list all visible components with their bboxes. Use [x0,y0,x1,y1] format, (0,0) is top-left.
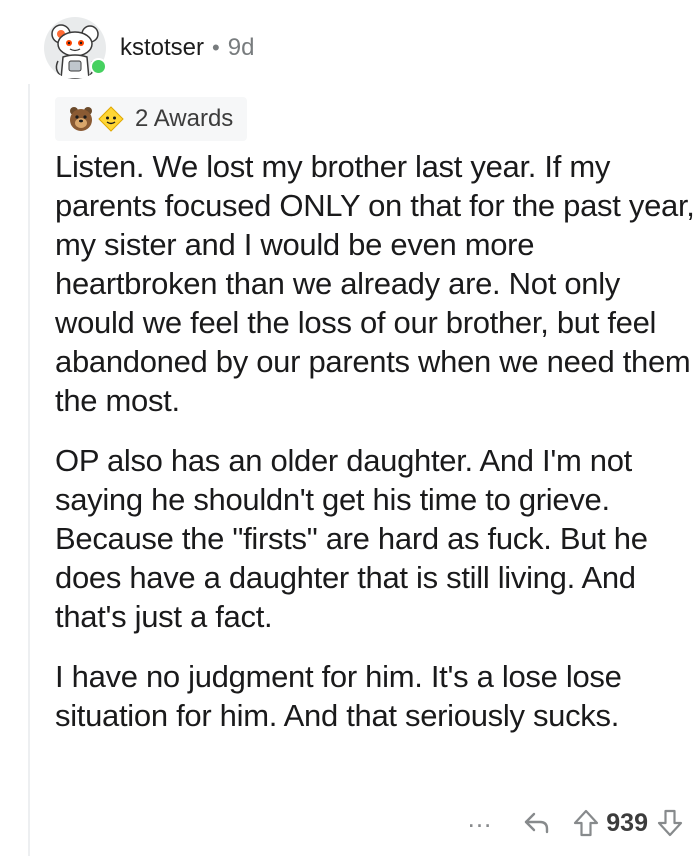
upvote-button[interactable] [572,808,600,838]
bear-award-icon [70,107,92,131]
upvote-arrow-icon [574,809,599,837]
awards-badge[interactable]: 2 Awards [55,97,248,141]
more-options-button[interactable]: ... [468,805,493,838]
meta-separator: • [212,35,220,60]
comment-actions: ... 939 [468,803,684,843]
thread-line[interactable] [28,84,30,856]
downvote-button[interactable] [656,808,684,838]
comment-age[interactable]: 9d [228,34,255,62]
comment-paragraph-1: Listen. We lost my brother last year. If… [55,149,695,418]
comment-header: kstotser • 9d [44,14,254,82]
username[interactable]: kstotser [120,34,204,62]
vote-score: 939 [606,808,648,837]
user-avatar[interactable] [44,17,107,79]
wholesome-award-icon [98,106,124,132]
awards-label: 2 Awards [135,105,234,132]
reply-arrow-icon [525,812,549,834]
comment-paragraph-3: I have no judgment for him. It's a lose … [55,659,622,733]
online-status-icon [90,58,107,75]
comment-paragraph-2: OP also has an older daughter. And I'm n… [55,443,648,634]
reply-button[interactable] [522,809,552,837]
downvote-arrow-icon [657,809,683,837]
comment-body: Listen. We lost my brother last year. If… [55,147,695,756]
